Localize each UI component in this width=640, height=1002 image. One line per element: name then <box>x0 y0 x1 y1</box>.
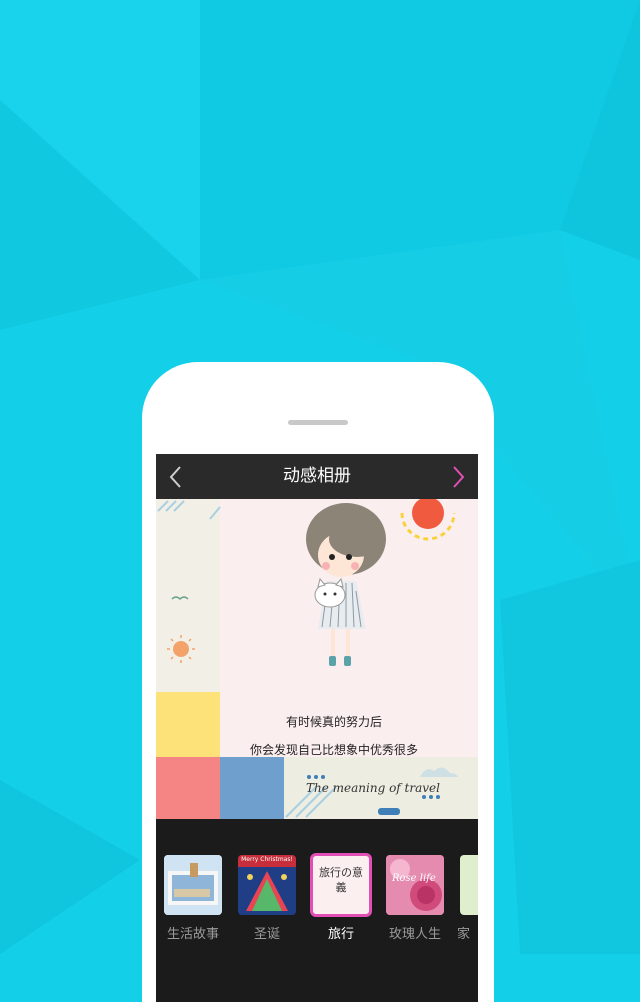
rose-icon <box>386 855 444 915</box>
template-thumbnail[interactable]: Rose life <box>386 855 444 915</box>
template-label: 家 <box>457 927 471 942</box>
template-thumbnail[interactable] <box>460 855 478 915</box>
page-title: 动感相册 <box>283 466 351 486</box>
template-label: 旅行 <box>327 927 354 942</box>
quote-line-1: 有时候真的努力后 <box>286 715 383 729</box>
template-thumbnail[interactable]: 旅行の意義 <box>310 853 372 917</box>
phone-frame: 动感相册 有时候真的努力后 你会发现自己比想象中优秀很多 The meaning… <box>142 362 494 1002</box>
template-item-life-story[interactable]: 生活故事 <box>161 855 225 942</box>
template-label: 玫瑰人生 <box>388 927 441 942</box>
template-label: 圣诞 <box>253 927 280 942</box>
template-item-travel[interactable]: 旅行の意義 旅行 <box>309 853 373 942</box>
template-thumbnail[interactable]: Merry Christmas! <box>238 855 296 915</box>
template-item-home[interactable]: 家 <box>457 855 478 942</box>
thumb-text: Merry Christmas! <box>241 856 293 863</box>
photo-thumbnail-icon <box>164 855 222 915</box>
template-tray: 生活故事 Merry Christmas! 圣诞 旅行の意義 旅行 Rose l… <box>156 819 478 1002</box>
template-item-christmas[interactable]: Merry Christmas! 圣诞 <box>235 855 299 942</box>
template-thumbnail[interactable] <box>164 855 222 915</box>
album-caption: The meaning of travel <box>306 781 440 795</box>
phone-speaker <box>288 420 348 425</box>
album-preview: 有时候真的努力后 你会发现自己比想象中优秀很多 The meaning of t… <box>156 499 478 819</box>
christmas-tree-icon <box>238 855 296 915</box>
phone-screen: 动感相册 有时候真的努力后 你会发现自己比想象中优秀很多 The meaning… <box>156 454 478 1002</box>
thumb-text: Rose life <box>392 873 436 884</box>
illustration <box>157 499 458 818</box>
thumb-text: 旅行の意義 <box>319 866 363 894</box>
title-bar: 动感相册 <box>156 454 478 500</box>
chevron-right-icon[interactable] <box>442 462 472 492</box>
template-item-rose-life[interactable]: Rose life 玫瑰人生 <box>383 855 447 942</box>
quote-line-2: 你会发现自己比想象中优秀很多 <box>250 743 419 757</box>
template-label: 生活故事 <box>166 927 219 942</box>
